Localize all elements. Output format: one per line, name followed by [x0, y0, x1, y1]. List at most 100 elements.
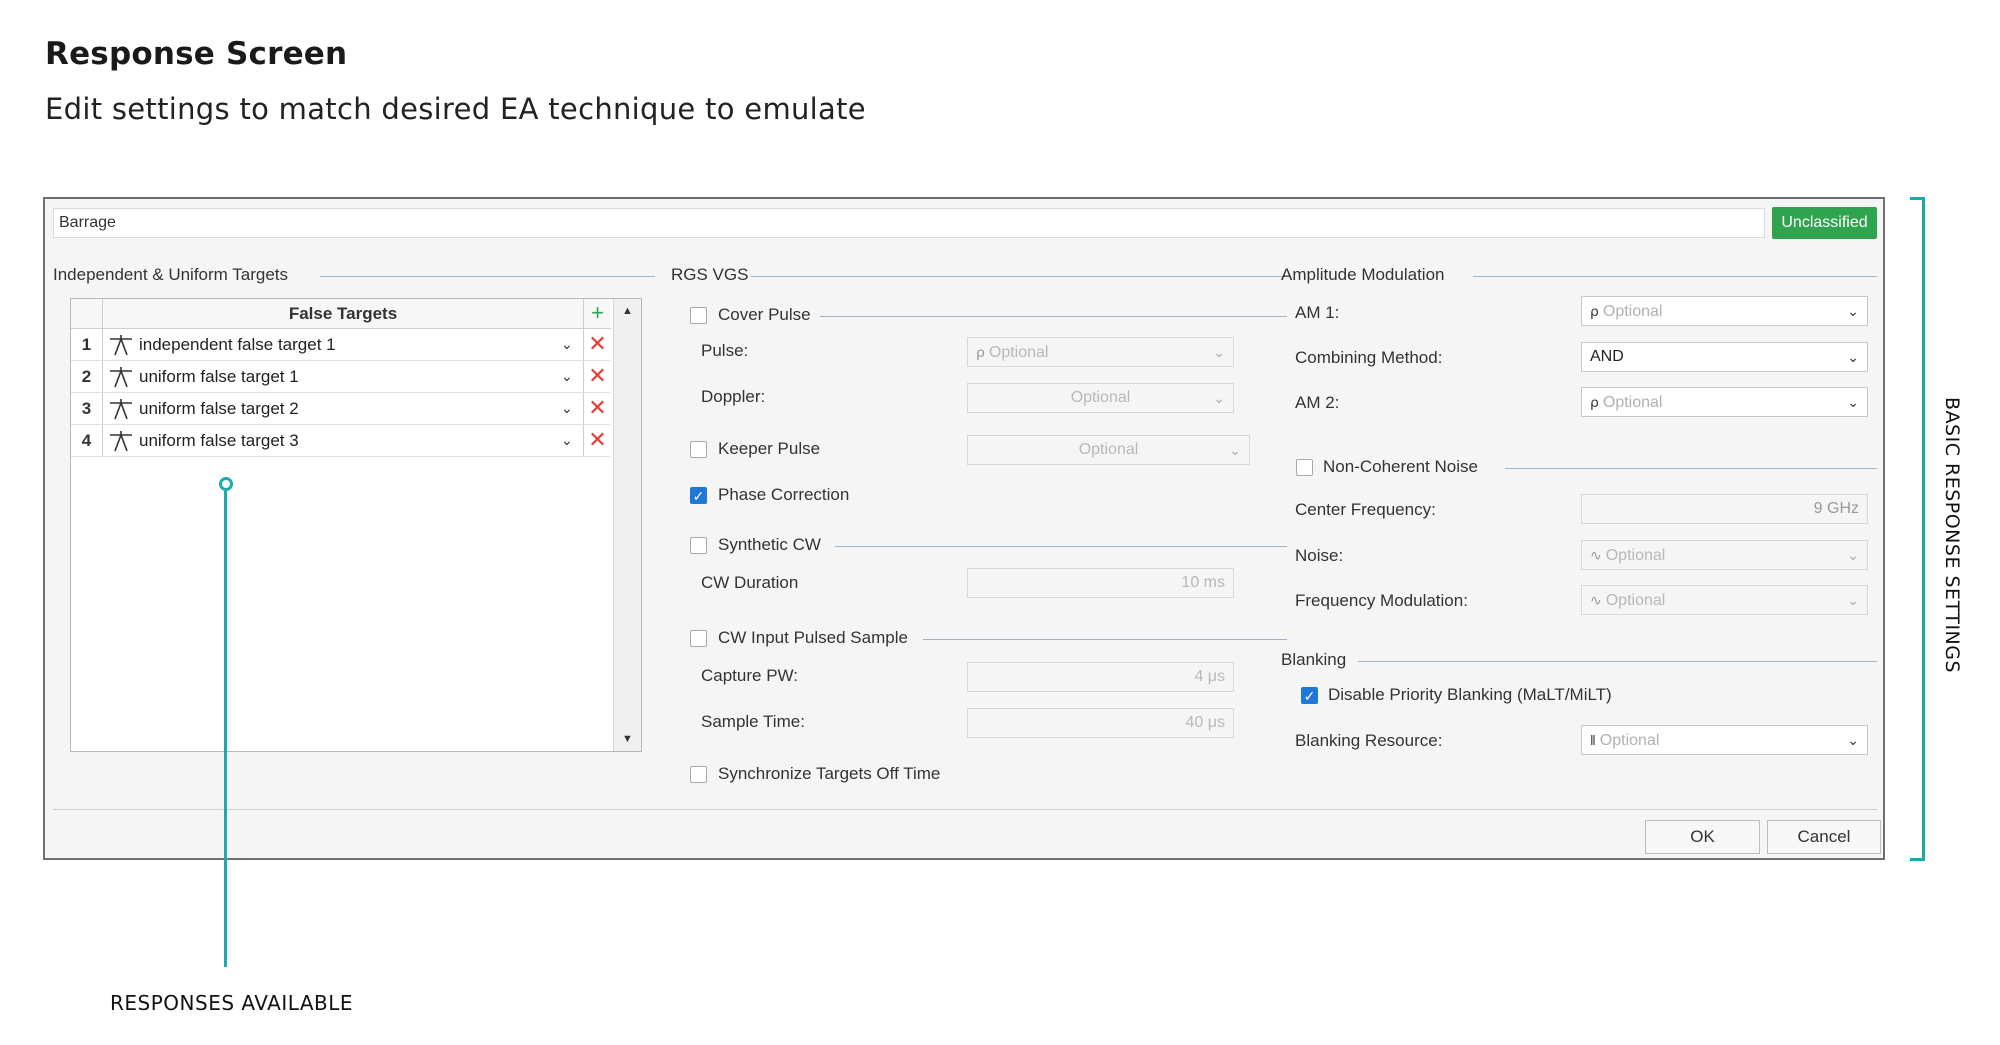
chevron-down-icon: ⌄ — [1847, 303, 1859, 319]
targets-group-divider — [320, 276, 655, 277]
keeper-pulse-checkbox[interactable] — [690, 441, 707, 458]
disable-priority-blanking-checkbox[interactable]: ✓ — [1301, 687, 1318, 704]
row-index: 4 — [71, 425, 103, 456]
phase-correction-checkbox[interactable]: ✓ — [690, 487, 707, 504]
scroll-down-icon[interactable]: ▼ — [614, 727, 641, 751]
frequency-modulation-value: Optional — [1605, 592, 1666, 609]
chevron-down-icon[interactable]: ⌄ — [561, 425, 573, 456]
target-profile-icon — [110, 367, 132, 388]
doppler-select[interactable]: Optional ⌄ — [967, 383, 1234, 413]
am1-select[interactable]: ⍴ Optional ⌄ — [1581, 296, 1868, 326]
noise-select[interactable]: ∿ Optional ⌄ — [1581, 540, 1868, 570]
am1-label: AM 1: — [1295, 303, 1340, 322]
table-row[interactable]: 2 uniform false target 1 ⌄ ✕ — [71, 361, 611, 393]
chevron-down-icon[interactable]: ⌄ — [561, 329, 573, 360]
row-index: 3 — [71, 393, 103, 424]
cw-input-pulsed-sample-label: CW Input Pulsed Sample — [718, 628, 908, 647]
chevron-down-icon: ⌄ — [1229, 442, 1241, 458]
capture-pw-label: Capture PW: — [701, 666, 799, 685]
cancel-button[interactable]: Cancel — [1767, 820, 1881, 854]
chevron-down-icon[interactable]: ⌄ — [561, 393, 573, 424]
sample-time-label: Sample Time: — [701, 712, 805, 731]
cw-duration-input[interactable]: 10 ms — [967, 568, 1234, 598]
noise-value: Optional — [1605, 547, 1666, 564]
delete-target-icon[interactable]: ✕ — [583, 393, 611, 424]
capture-pw-value: 4 μs — [1194, 668, 1225, 685]
add-target-icon[interactable]: + — [583, 299, 611, 329]
am2-select[interactable]: ⍴ Optional ⌄ — [1581, 387, 1868, 417]
chevron-down-icon: ⌄ — [1213, 344, 1225, 360]
synthetic-cw-divider — [835, 546, 1287, 547]
false-targets-header: False Targets — [288, 304, 398, 323]
row-index: 2 — [71, 361, 103, 392]
target-name: uniform false target 1 — [139, 367, 299, 386]
cw-input-pulsed-sample-checkbox[interactable] — [690, 630, 707, 647]
response-name-input[interactable]: Barrage — [53, 208, 1765, 238]
cw-input-divider — [923, 639, 1287, 640]
delete-target-icon[interactable]: ✕ — [583, 361, 611, 392]
delete-target-icon[interactable]: ✕ — [583, 425, 611, 456]
callout-line — [224, 491, 227, 967]
chevron-down-icon: ⌄ — [1847, 394, 1859, 410]
keeper-pulse-value: Optional — [1078, 441, 1139, 458]
keeper-pulse-select[interactable]: Optional ⌄ — [967, 435, 1250, 465]
bracket-bottom-tick — [1910, 858, 1925, 861]
table-scrollbar[interactable]: ▲ ▼ — [613, 299, 641, 751]
chevron-down-icon: ⌄ — [1847, 547, 1859, 563]
combining-method-label: Combining Method: — [1295, 348, 1443, 367]
chevron-down-icon: ⌄ — [1847, 732, 1859, 748]
synthetic-cw-checkbox[interactable] — [690, 537, 707, 554]
non-coherent-noise-label: Non-Coherent Noise — [1323, 457, 1478, 476]
false-targets-table: False Targets + 1 independent false targ… — [70, 298, 642, 752]
synchronize-targets-label: Synchronize Targets Off Time — [718, 764, 941, 783]
amplitude-modulation-divider — [1473, 276, 1877, 277]
non-coherent-noise-checkbox[interactable] — [1296, 459, 1313, 476]
noise-label: Noise: — [1295, 546, 1344, 565]
blanking-resource-select[interactable]: ‖ Optional ⌄ — [1581, 725, 1868, 755]
scroll-up-icon[interactable]: ▲ — [614, 299, 641, 323]
pulse-select[interactable]: ⍴ Optional ⌄ — [967, 337, 1234, 367]
rgs-vgs-group-title: RGS VGS — [671, 265, 749, 284]
keeper-pulse-label: Keeper Pulse — [718, 439, 821, 458]
chevron-down-icon[interactable]: ⌄ — [561, 361, 573, 392]
page-title: Response Screen — [45, 36, 348, 72]
am2-value: Optional — [1602, 394, 1663, 411]
response-dialog: Barrage Unclassified Independent & Unifo… — [43, 197, 1885, 860]
cover-pulse-checkbox[interactable] — [690, 307, 707, 324]
bracket-top-tick — [1910, 197, 1925, 200]
table-row[interactable]: 4 uniform false target 3 ⌄ ✕ — [71, 425, 611, 457]
responses-available-label: RESPONSES AVAILABLE — [110, 991, 354, 1015]
chevron-down-icon: ⌄ — [1847, 349, 1859, 365]
pulse-waveform-icon: ⍴ — [1590, 303, 1599, 319]
pulse-waveform-icon: ⍴ — [1590, 394, 1599, 410]
center-frequency-input[interactable]: 9 GHz — [1581, 494, 1868, 524]
table-row[interactable]: 1 independent false target 1 ⌄ ✕ — [71, 329, 611, 361]
synchronize-targets-checkbox[interactable] — [690, 766, 707, 783]
footer-divider — [53, 809, 1877, 810]
chevron-down-icon: ⌄ — [1213, 390, 1225, 406]
basic-response-settings-label: BASIC RESPONSE SETTINGS — [1941, 397, 1963, 674]
cover-pulse-divider — [820, 316, 1287, 317]
combining-method-select[interactable]: AND ⌄ — [1581, 342, 1868, 372]
target-profile-icon — [110, 335, 132, 356]
target-name: independent false target 1 — [139, 335, 336, 354]
doppler-value: Optional — [1070, 389, 1131, 406]
ok-button[interactable]: OK — [1645, 820, 1760, 854]
table-row[interactable]: 3 uniform false target 2 ⌄ ✕ — [71, 393, 611, 425]
synthetic-cw-label: Synthetic CW — [718, 535, 821, 554]
frequency-modulation-select[interactable]: ∿ Optional ⌄ — [1581, 585, 1868, 615]
pulse-waveform-icon: ⍴ — [976, 344, 985, 360]
target-name: uniform false target 2 — [139, 399, 299, 418]
non-coherent-noise-divider — [1505, 468, 1877, 469]
blanking-resource-label: Blanking Resource: — [1295, 731, 1443, 750]
blanking-divider — [1358, 661, 1877, 662]
pulse-value: Optional — [988, 344, 1049, 361]
callout-marker — [219, 477, 233, 491]
cw-duration-value: 10 ms — [1181, 574, 1225, 591]
blanking-waveform-icon: ‖ — [1590, 732, 1596, 748]
targets-group-title: Independent & Uniform Targets — [53, 265, 288, 284]
sample-time-input[interactable]: 40 μs — [967, 708, 1234, 738]
capture-pw-input[interactable]: 4 μs — [967, 662, 1234, 692]
delete-target-icon[interactable]: ✕ — [583, 329, 611, 360]
disable-priority-blanking-label: Disable Priority Blanking (MaLT/MiLT) — [1328, 685, 1612, 704]
